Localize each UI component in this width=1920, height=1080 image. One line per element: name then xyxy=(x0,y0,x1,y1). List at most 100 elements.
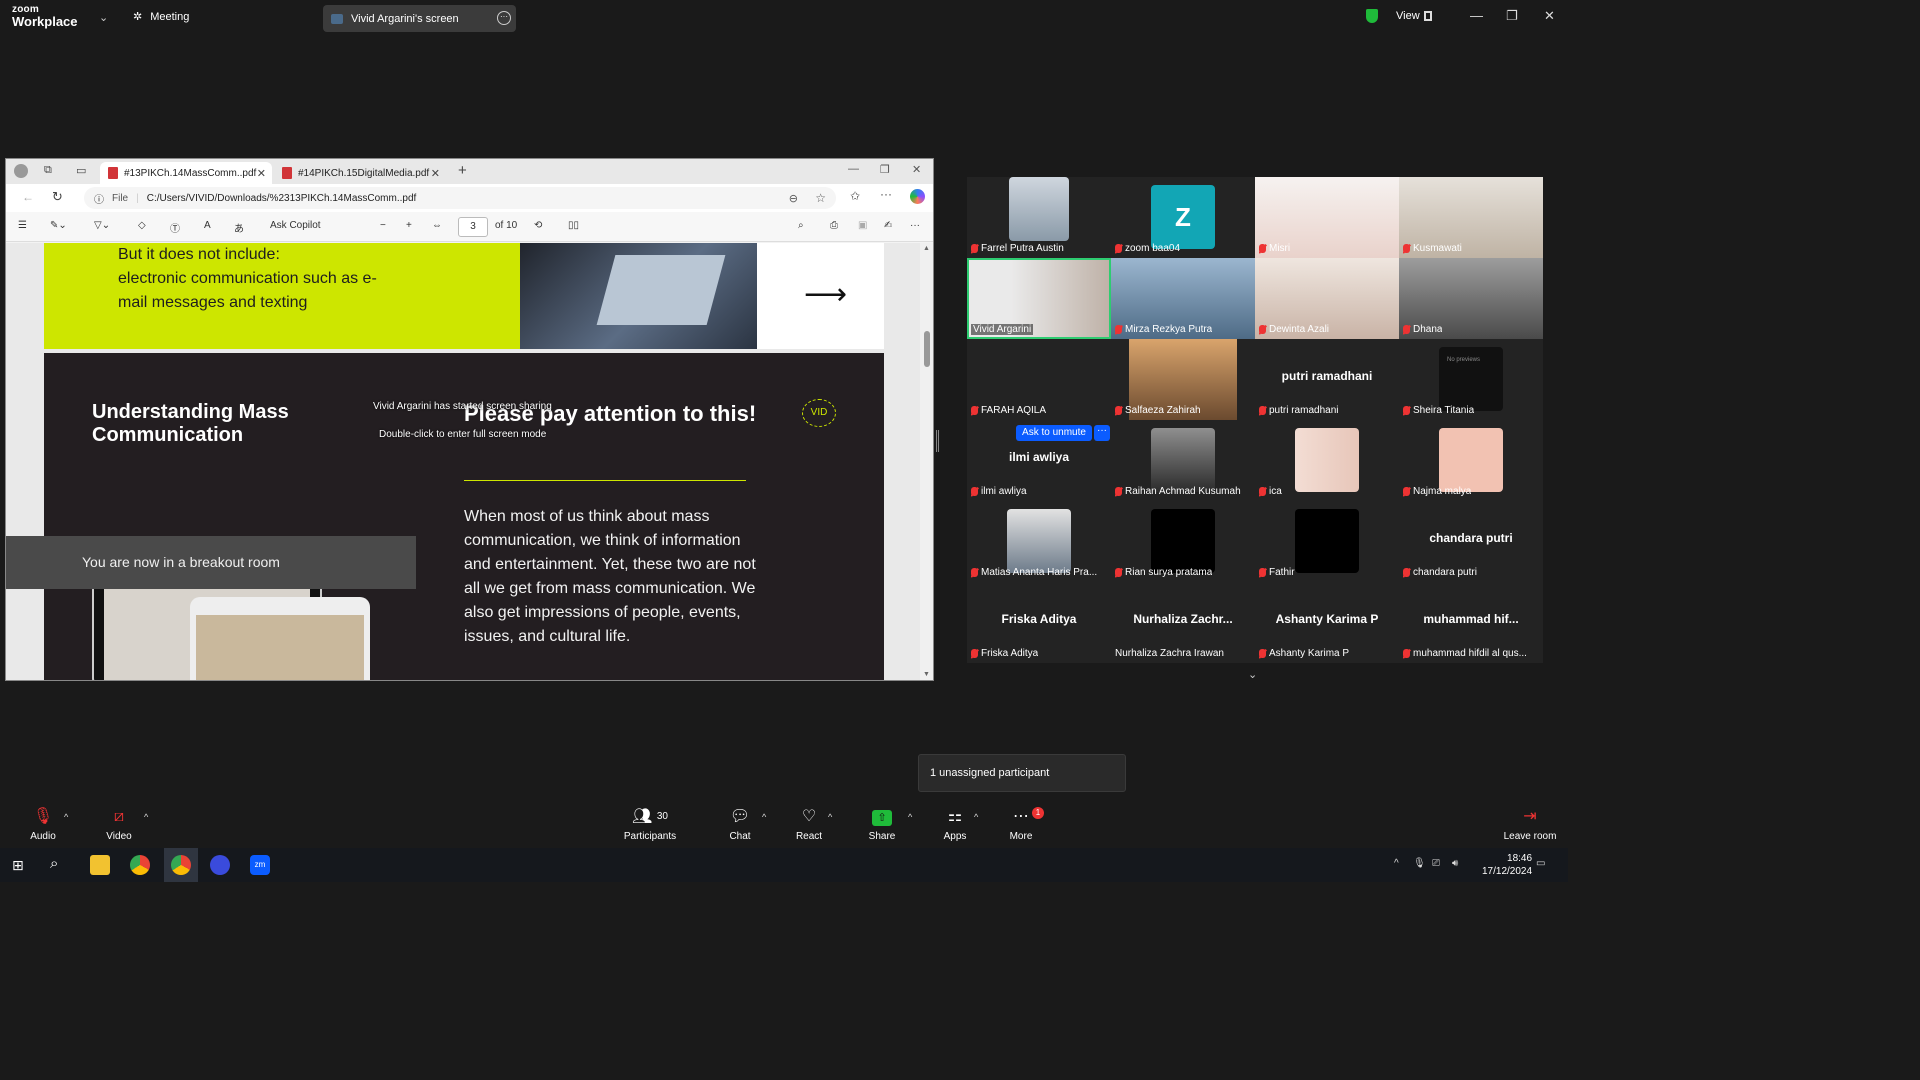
audio-options-chevron-icon[interactable]: ^ xyxy=(64,812,68,822)
file-explorer-icon[interactable] xyxy=(90,855,110,875)
refresh-icon[interactable]: ↻ xyxy=(52,189,63,205)
participant-tile[interactable]: Z zoom baa04 xyxy=(1111,177,1255,258)
favorite-icon[interactable]: ☆ xyxy=(815,191,826,205)
participant-tile[interactable]: Mirza Rezkya Putra xyxy=(1111,258,1255,339)
browser-close-icon[interactable]: ✕ xyxy=(912,163,921,176)
participant-tile[interactable]: Dewinta Azali xyxy=(1255,258,1399,339)
workspaces-icon[interactable]: ⧉ xyxy=(44,164,52,177)
minimize-icon[interactable]: — xyxy=(1470,8,1483,23)
address-bar[interactable]: ⓘ File | C:/Users/VIVID/Downloads/%2313P… xyxy=(84,187,836,209)
participant-tile[interactable]: No previews Sheira Titania xyxy=(1399,339,1543,420)
audio-button[interactable]: 🎙︎ Audio xyxy=(28,806,58,842)
apps-button[interactable]: ⚏ Apps xyxy=(940,806,970,842)
chrome-active-icon[interactable] xyxy=(171,855,191,875)
view-button[interactable]: View xyxy=(1396,10,1420,22)
browser-app-icon[interactable] xyxy=(210,855,230,875)
profile-icon[interactable] xyxy=(14,164,28,178)
restore-icon[interactable]: ❐ xyxy=(1506,8,1518,24)
read-aloud-icon[interactable]: A xyxy=(204,220,211,231)
close-tab-icon[interactable]: ✕ xyxy=(257,167,266,180)
chat-options-chevron-icon[interactable]: ^ xyxy=(762,812,766,822)
tab-actions-icon[interactable]: ▭ xyxy=(76,164,86,177)
react-options-chevron-icon[interactable]: ^ xyxy=(828,812,832,822)
ask-to-unmute-button[interactable]: Ask to unmute xyxy=(1016,425,1092,441)
share-button[interactable]: ⇧ Share xyxy=(866,806,898,842)
page-number-input[interactable]: 3 xyxy=(458,217,488,237)
video-button[interactable]: ⧄ Video xyxy=(104,806,134,842)
rotate-icon[interactable]: ⟲ xyxy=(534,220,542,231)
settings-more-icon[interactable]: ··· xyxy=(880,187,892,201)
draw-icon[interactable]: ▽⌄ xyxy=(94,220,110,231)
search-icon[interactable]: ⌕ xyxy=(50,855,58,872)
participant-tile[interactable]: Salfaeza Zahirah xyxy=(1111,339,1255,420)
participant-tile[interactable]: Nurhaliza Zachr... Nurhaliza Zachra Iraw… xyxy=(1111,582,1255,663)
participant-tile[interactable]: Najma malya xyxy=(1399,420,1543,501)
favorites-icon[interactable]: ✩ xyxy=(850,189,860,203)
apps-options-chevron-icon[interactable]: ^ xyxy=(974,812,978,822)
erase-icon[interactable]: ◇ xyxy=(138,220,146,231)
highlight-icon[interactable]: ✎⌄ xyxy=(50,220,67,231)
network-tray-icon[interactable]: ⎚ xyxy=(1432,858,1440,869)
participant-more-button[interactable]: ··· xyxy=(1094,425,1110,441)
video-options-chevron-icon[interactable]: ^ xyxy=(144,812,148,822)
shared-screen-pill[interactable]: Vivid Argarini's screen ··· xyxy=(323,5,516,32)
unassigned-participant-toast[interactable]: 1 unassigned participant xyxy=(918,754,1126,792)
participant-tile[interactable]: FARAH AQILA xyxy=(967,339,1111,420)
copilot-icon[interactable] xyxy=(910,189,925,204)
scrollbar-thumb[interactable] xyxy=(924,331,930,367)
ask-copilot-button[interactable]: Ask Copilot xyxy=(270,220,321,231)
pdf-viewer[interactable]: But it does not include: electronic comm… xyxy=(6,243,920,680)
tab-pdf-15digitalmedia[interactable]: #14PIKCh.15DigitalMedia.pdf ✕ xyxy=(274,162,446,184)
pdf-scrollbar[interactable]: ▲ ▼ xyxy=(920,243,933,680)
page-view-icon[interactable]: ▯▯ xyxy=(568,220,579,231)
text-box-icon[interactable]: Ⓣ xyxy=(170,220,180,235)
participant-tile[interactable]: putri ramadhani putri ramadhani xyxy=(1255,339,1399,420)
tray-overflow-icon[interactable]: ^ xyxy=(1394,858,1399,869)
participant-tile[interactable]: Matias Ananta Haris Pra... xyxy=(967,501,1111,582)
taskbar-clock[interactable]: 18:46 17/12/2024 xyxy=(1482,852,1532,878)
encryption-shield-icon[interactable] xyxy=(1366,9,1378,23)
zoom-app-icon[interactable]: zm xyxy=(250,855,270,875)
close-tab-icon[interactable]: ✕ xyxy=(431,167,440,180)
new-tab-icon[interactable]: + xyxy=(458,162,467,179)
participant-tile[interactable]: muhammad hif... muhammad hifdil al qus..… xyxy=(1399,582,1543,663)
browser-restore-icon[interactable]: ❐ xyxy=(880,163,890,176)
participant-tile-active-speaker[interactable]: Vivid Argarini xyxy=(967,258,1111,339)
save-as-icon[interactable]: ✍ xyxy=(884,220,892,231)
participant-tile[interactable]: ica xyxy=(1255,420,1399,501)
share-options-chevron-icon[interactable]: ^ xyxy=(908,812,912,822)
chat-button[interactable]: 💬︎ Chat xyxy=(725,806,755,842)
participant-tile[interactable]: Misri xyxy=(1255,177,1399,258)
windows-start-icon[interactable]: ⊞ xyxy=(12,857,24,874)
search-icon[interactable]: ⌕ xyxy=(798,220,804,231)
participant-tile[interactable]: Raihan Achmad Kusumah xyxy=(1111,420,1255,501)
react-button[interactable]: ♡ React xyxy=(793,806,825,842)
participants-button[interactable]: 👥︎ 30 Participants xyxy=(620,806,680,842)
zoom-icon[interactable]: ⊖ xyxy=(789,192,798,205)
participant-tile[interactable]: Friska Aditya Friska Aditya xyxy=(967,582,1111,663)
scroll-up-icon[interactable]: ▲ xyxy=(923,245,930,252)
participant-tile[interactable]: Kusmawati xyxy=(1399,177,1543,258)
participant-tile[interactable]: Fathir xyxy=(1255,501,1399,582)
shared-screen[interactable]: ⧉ ▭ #13PIKCh.14MassComm..pdf ✕ #14PIKCh.… xyxy=(5,158,934,681)
participant-tile[interactable]: chandara putri chandara putri xyxy=(1399,501,1543,582)
gallery-next-page-icon[interactable]: ⌄ xyxy=(1248,668,1257,681)
print-icon[interactable]: ⎙ xyxy=(830,220,838,231)
fit-page-icon[interactable]: ⇔ xyxy=(432,220,442,231)
volume-tray-icon[interactable]: 🔊︎ xyxy=(1452,858,1458,869)
zoom-out-icon[interactable]: − xyxy=(380,220,386,231)
participant-tile[interactable]: Ashanty Karima P Ashanty Karima P xyxy=(1255,582,1399,663)
zoom-in-icon[interactable]: + xyxy=(406,220,412,231)
close-icon[interactable]: ✕ xyxy=(1544,8,1555,24)
gallery-view-icon[interactable] xyxy=(1424,11,1432,21)
back-icon[interactable]: ← xyxy=(22,190,34,204)
translate-icon[interactable]: あ xyxy=(234,220,244,235)
split-handle[interactable] xyxy=(936,430,939,452)
tab-pdf-14masscomm[interactable]: #13PIKCh.14MassComm..pdf ✕ xyxy=(100,162,272,184)
notifications-icon[interactable]: ▭ xyxy=(1536,858,1545,869)
chevron-down-icon[interactable]: ⌄ xyxy=(99,11,108,24)
meeting-menu[interactable]: ✲ Meeting xyxy=(133,10,189,24)
more-tools-icon[interactable]: ··· xyxy=(910,220,920,231)
more-options-icon[interactable]: ··· xyxy=(497,11,511,25)
participant-tile[interactable]: Dhana xyxy=(1399,258,1543,339)
